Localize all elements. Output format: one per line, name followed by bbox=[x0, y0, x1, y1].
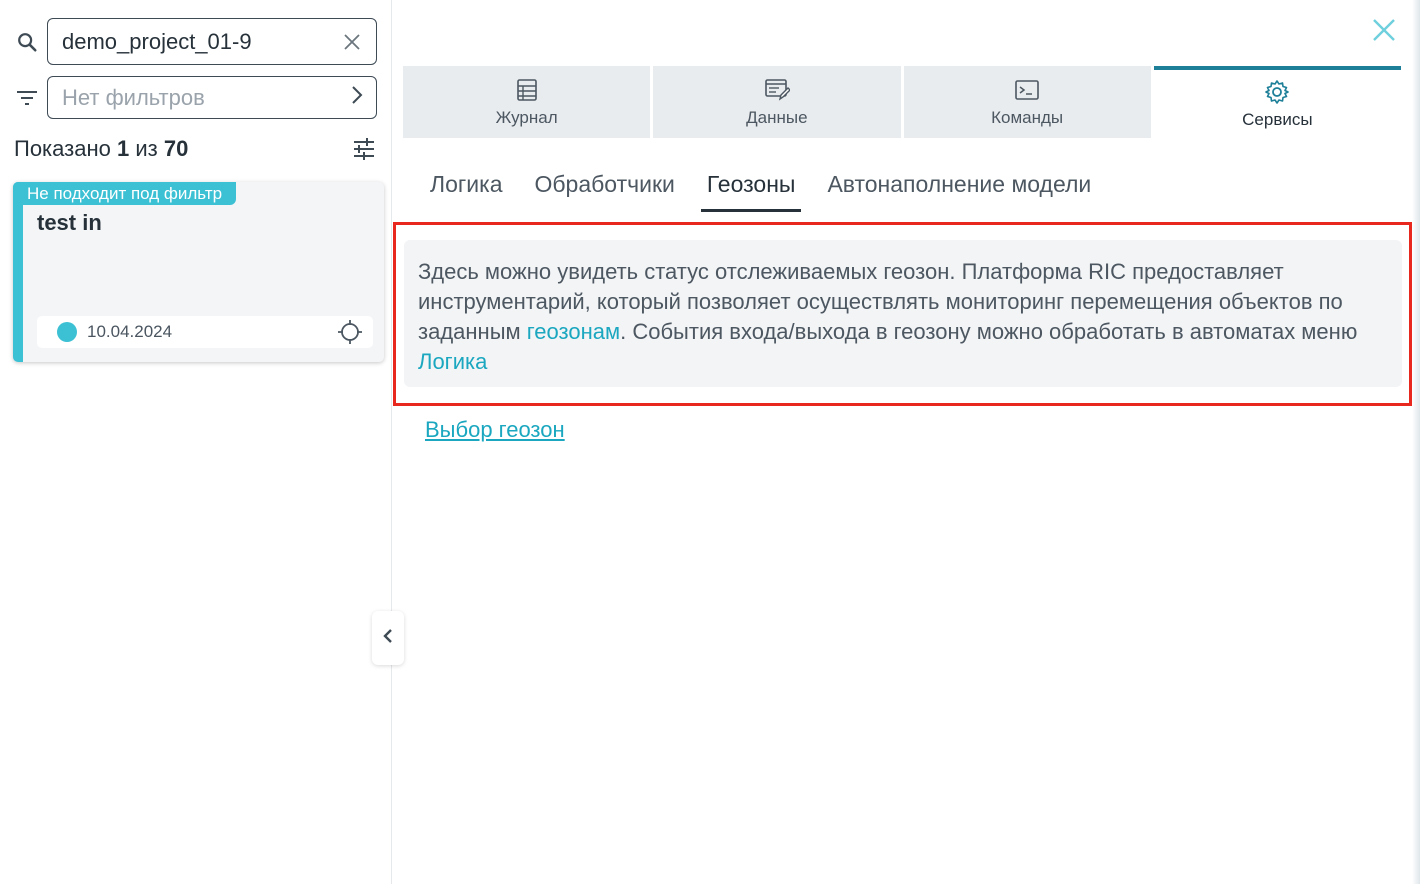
terminal-icon bbox=[1013, 76, 1041, 104]
subtab-geozones[interactable]: Геозоны bbox=[691, 168, 812, 212]
results-count: Показано 1 из 70 bbox=[14, 136, 188, 162]
filter-selector[interactable]: Нет фильтров bbox=[47, 76, 377, 119]
background-edge bbox=[1412, 0, 1420, 884]
filter-icon bbox=[14, 85, 40, 111]
search-icon bbox=[14, 29, 40, 55]
card-title: test in bbox=[37, 210, 102, 235]
card-accent-bar bbox=[13, 182, 23, 362]
collapse-sidebar-button[interactable] bbox=[372, 611, 404, 665]
logic-link[interactable]: Логика bbox=[418, 349, 487, 374]
tab-journal-label: Журнал bbox=[495, 108, 558, 127]
locate-target-icon[interactable] bbox=[337, 319, 363, 345]
search-input[interactable] bbox=[62, 28, 342, 55]
search-field[interactable] bbox=[47, 18, 377, 65]
card-date: 10.04.2024 bbox=[87, 322, 173, 341]
chevron-right-icon bbox=[350, 84, 364, 111]
clear-search-icon[interactable] bbox=[342, 31, 363, 53]
services-subtabs: Логика Обработчики Геозоны Автонаполнени… bbox=[414, 168, 1107, 212]
count-middle: из bbox=[135, 136, 158, 161]
filter-placeholder: Нет фильтров bbox=[62, 84, 205, 110]
subtab-model-autofill[interactable]: Автонаполнение модели bbox=[811, 168, 1107, 212]
geozones-info-box: Здесь можно увидеть статус отслеживаемых… bbox=[404, 240, 1402, 387]
count-total: 70 bbox=[163, 136, 189, 161]
subtab-handlers[interactable]: Обработчики bbox=[518, 168, 690, 212]
info-text-part2: . События входа/выхода в геозону можно о… bbox=[620, 319, 1358, 344]
tab-commands[interactable]: Команды bbox=[903, 66, 1151, 138]
tab-commands-label: Команды bbox=[991, 108, 1064, 127]
journal-icon bbox=[513, 76, 541, 104]
count-shown: 1 bbox=[116, 136, 130, 161]
tab-services[interactable]: Сервисы bbox=[1153, 66, 1401, 138]
data-icon bbox=[763, 76, 791, 104]
count-prefix: Показано bbox=[14, 136, 111, 161]
status-dot-icon bbox=[57, 322, 77, 342]
tab-data-label: Данные bbox=[746, 108, 808, 127]
close-icon bbox=[1372, 18, 1396, 47]
geozones-link[interactable]: геозонам bbox=[527, 319, 620, 344]
select-geozones-link[interactable]: Выбор геозон bbox=[425, 417, 565, 443]
gear-icon bbox=[1263, 78, 1291, 106]
filter-mismatch-badge: Не подходит под фильтр bbox=[13, 182, 237, 205]
card-footer: 10.04.2024 bbox=[37, 316, 373, 348]
subtab-logic[interactable]: Логика bbox=[414, 168, 518, 212]
object-card[interactable]: Не подходит под фильтр test in 10.04.202… bbox=[13, 182, 384, 362]
tab-services-label: Сервисы bbox=[1242, 110, 1313, 129]
main-tabs: Журнал Данные Команды Сервисы bbox=[403, 66, 1401, 138]
tab-data[interactable]: Данные bbox=[653, 66, 901, 138]
sidebar: Нет фильтров Показано 1 из 70 Не подходи… bbox=[0, 0, 392, 884]
close-panel-button[interactable] bbox=[1370, 18, 1398, 46]
chevron-left-icon bbox=[382, 627, 394, 650]
sort-settings-icon[interactable] bbox=[351, 136, 377, 162]
tab-journal[interactable]: Журнал bbox=[403, 66, 651, 138]
